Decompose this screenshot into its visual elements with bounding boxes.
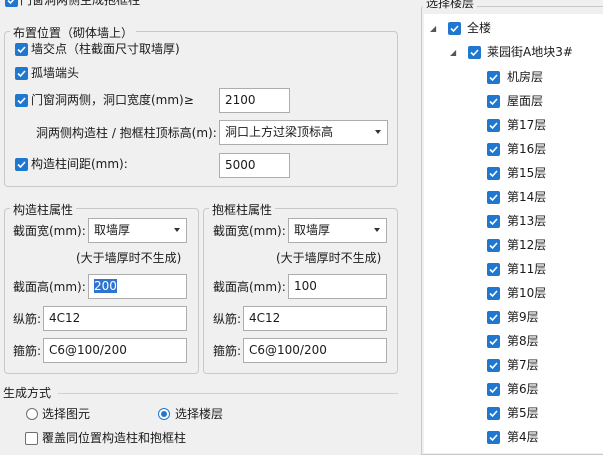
column-width-note: (大于墙厚时不生成) bbox=[76, 251, 182, 265]
frame-long-rebar-input[interactable]: 4C12 bbox=[243, 306, 387, 331]
wall-intersection-checkbox[interactable] bbox=[15, 43, 28, 56]
tree-collapse-icon[interactable]: ◢ bbox=[430, 24, 436, 33]
floor-checkbox[interactable] bbox=[487, 143, 500, 156]
placement-group-title: 布置位置（砌体墙上） bbox=[10, 24, 137, 41]
select-elements-radio[interactable] bbox=[26, 408, 38, 420]
overwrite-label: 覆盖同位置构造柱和抱框柱 bbox=[42, 431, 187, 445]
floor-checkbox[interactable] bbox=[487, 431, 500, 444]
floor-label: 第15层 bbox=[507, 166, 547, 180]
building-label: 莱园街A地块3# bbox=[487, 45, 573, 59]
column-width-label: 截面宽(mm): bbox=[13, 224, 86, 238]
floor-label: 第16层 bbox=[507, 142, 547, 156]
column-stirrup-input[interactable]: C6@100/200 bbox=[43, 338, 187, 363]
floor-checkbox[interactable] bbox=[487, 191, 500, 204]
floor-checkbox[interactable] bbox=[487, 119, 500, 132]
floor-checkbox[interactable] bbox=[487, 407, 500, 420]
overwrite-checkbox[interactable] bbox=[25, 432, 38, 445]
floor-label: 第12层 bbox=[507, 238, 547, 252]
floor-label: 第7层 bbox=[507, 358, 539, 372]
chevron-down-icon bbox=[375, 130, 381, 134]
floor-label: 第11层 bbox=[507, 262, 547, 276]
frame-stirrup-label: 箍筋: bbox=[213, 344, 242, 358]
column-long-rebar-input[interactable]: 4C12 bbox=[43, 306, 187, 331]
spacing-label: 构造柱间距(mm): bbox=[31, 157, 128, 171]
all-floors-label: 全楼 bbox=[467, 21, 492, 35]
spacing-checkbox[interactable] bbox=[15, 158, 28, 171]
floor-label: 第17层 bbox=[507, 118, 547, 132]
floor-label: 第4层 bbox=[507, 430, 539, 444]
column-width-select[interactable]: 取墙厚 bbox=[88, 218, 187, 243]
column-props-title: 构造柱属性 bbox=[10, 201, 77, 218]
column-height-value: 200 bbox=[94, 279, 117, 293]
door-window-frame-column-checkbox[interactable] bbox=[5, 0, 18, 7]
frame-width-select[interactable]: 取墙厚 bbox=[288, 218, 387, 243]
floor-label: 第14层 bbox=[507, 190, 547, 204]
floor-label: 第5层 bbox=[507, 406, 539, 420]
generation-divider bbox=[58, 393, 398, 394]
column-stirrup-label: 箍筋: bbox=[13, 344, 42, 358]
floor-label: 第8层 bbox=[507, 334, 539, 348]
door-window-frame-column-label: 门窗洞两侧生成抱框柱 bbox=[20, 0, 141, 7]
generation-title: 生成方式 bbox=[3, 386, 52, 400]
wall-end-label: 孤墙端头 bbox=[31, 66, 80, 80]
floor-label: 第10层 bbox=[507, 286, 547, 300]
door-window-sides-label: 门窗洞两侧，洞口宽度(mm)≥ bbox=[31, 93, 194, 107]
frame-long-rebar-label: 纵筋: bbox=[213, 312, 242, 326]
floor-checkbox[interactable] bbox=[487, 215, 500, 228]
floor-checkbox[interactable] bbox=[487, 311, 500, 324]
floor-checkbox[interactable] bbox=[487, 263, 500, 276]
select-floors-radio[interactable] bbox=[158, 408, 170, 420]
top-elevation-select[interactable]: 洞口上方过梁顶标高 bbox=[219, 120, 388, 145]
floor-selection-title: 选择楼层 bbox=[423, 0, 478, 11]
all-floors-checkbox[interactable] bbox=[448, 22, 461, 35]
chevron-down-icon bbox=[174, 228, 180, 232]
chevron-down-icon bbox=[374, 228, 380, 232]
building-checkbox[interactable] bbox=[468, 46, 481, 59]
floor-checkbox[interactable] bbox=[487, 287, 500, 300]
floor-checkbox[interactable] bbox=[487, 95, 500, 108]
floor-checkbox[interactable] bbox=[487, 335, 500, 348]
top-elevation-label: 洞两侧构造柱 / 抱框柱顶标高(m): bbox=[36, 126, 217, 140]
column-width-value: 取墙厚 bbox=[94, 223, 131, 237]
wall-intersection-label: 墙交点（柱截面尺寸取墙厚) bbox=[31, 42, 180, 56]
frame-height-input[interactable]: 100 bbox=[288, 274, 387, 299]
floor-label: 屋面层 bbox=[507, 94, 544, 108]
floor-checkbox[interactable] bbox=[487, 71, 500, 84]
floor-label: 第13层 bbox=[507, 214, 547, 228]
frame-height-label: 截面高(mm): bbox=[213, 280, 286, 294]
door-window-sides-checkbox[interactable] bbox=[15, 94, 28, 107]
floor-label: 第9层 bbox=[507, 310, 539, 324]
column-height-input[interactable]: 200 bbox=[88, 274, 187, 299]
floor-checkbox[interactable] bbox=[487, 167, 500, 180]
floor-checkbox[interactable] bbox=[487, 239, 500, 252]
frame-props-title: 抱框柱属性 bbox=[209, 201, 276, 218]
select-elements-label: 选择图元 bbox=[42, 407, 91, 421]
floor-checkbox[interactable] bbox=[487, 359, 500, 372]
top-elevation-value: 洞口上方过梁顶标高 bbox=[225, 125, 334, 139]
floor-checkbox[interactable] bbox=[487, 383, 500, 396]
frame-stirrup-input[interactable]: C6@100/200 bbox=[243, 338, 387, 363]
frame-width-value: 取墙厚 bbox=[294, 223, 331, 237]
frame-width-label: 截面宽(mm): bbox=[213, 224, 286, 238]
column-long-rebar-label: 纵筋: bbox=[13, 312, 42, 326]
spacing-input[interactable]: 5000 bbox=[219, 153, 290, 178]
wall-end-checkbox[interactable] bbox=[15, 67, 28, 80]
select-floors-label: 选择楼层 bbox=[175, 407, 224, 421]
frame-width-note: (大于墙厚时不生成) bbox=[276, 251, 382, 265]
column-height-label: 截面高(mm): bbox=[13, 280, 86, 294]
floor-label: 第6层 bbox=[507, 382, 539, 396]
floor-label: 机房层 bbox=[507, 70, 544, 84]
tree-collapse-icon[interactable]: ◢ bbox=[450, 48, 456, 57]
opening-width-input[interactable]: 2100 bbox=[219, 88, 290, 113]
